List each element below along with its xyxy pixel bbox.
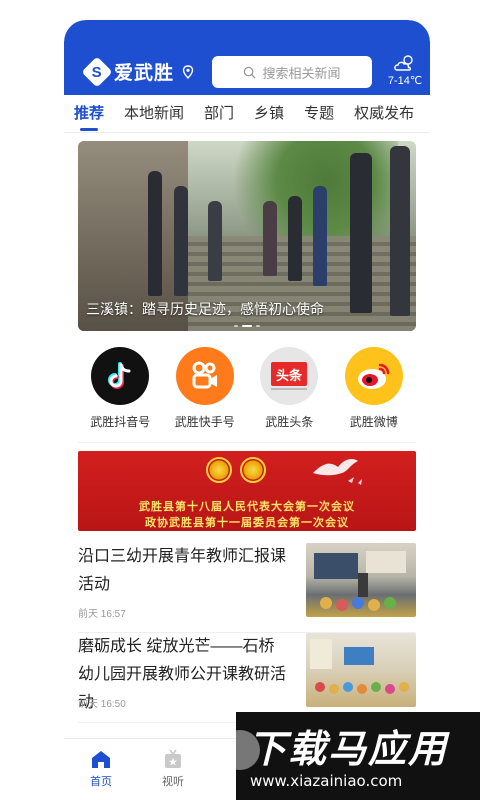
partly-cloudy-icon [394, 55, 413, 71]
banner-photo-person [174, 186, 188, 296]
banner-photo-person [350, 153, 372, 313]
carousel-dot [234, 325, 238, 327]
brand-name: 爱武胜 [114, 63, 175, 84]
tab-home-label: 首页 [90, 776, 112, 788]
shortcut-label: 武胜快手号 [174, 415, 235, 429]
classroom-photo [314, 551, 406, 611]
tab-home[interactable]: 首页 [76, 749, 126, 789]
shortcut-weibo[interactable]: 武胜微博 [334, 343, 414, 442]
tab-departments[interactable]: 部门 [204, 95, 234, 133]
banner-photo-person [313, 186, 327, 286]
brand-logo: S 爱武胜 [81, 55, 194, 88]
tab-local-news[interactable]: 本地新闻 [124, 95, 184, 133]
svg-text:头条: 头条 [276, 368, 303, 384]
category-tabs: 推荐 本地新闻 部门 乡镇 专题 权威发布 [64, 95, 430, 133]
tab-listen[interactable]: 视听 [148, 749, 198, 789]
tab-topics[interactable]: 专题 [304, 95, 334, 133]
shortcut-douyin[interactable]: 武胜抖音号 [80, 343, 160, 442]
meeting-banner[interactable]: 武胜县第十八届人民代表大会第一次会议 政协武胜县第十一届委员会第一次会议 [78, 451, 416, 531]
tv-icon [165, 749, 181, 768]
banner-caption: 三溪镇：踏寻历史足迹，感悟初心使命 [86, 301, 324, 317]
banner-photo-person [288, 196, 302, 281]
tab-recommend[interactable]: 推荐 [74, 95, 104, 133]
banner-photo-person [208, 201, 222, 281]
news-item[interactable]: 磨砺成长 绽放光芒——石桥幼儿园开展教师公开课教研活动 前天 16:50 [78, 633, 416, 723]
tab-official-release[interactable]: 权威发布 [354, 95, 414, 133]
weibo-icon [344, 347, 403, 405]
kindergarten-photo [310, 639, 409, 694]
location-pin-icon[interactable] [182, 64, 194, 79]
news-time: 前天 16:57 [78, 609, 126, 620]
carousel-dot-active [242, 325, 252, 327]
search-placeholder: 搜索相关新闻 [262, 65, 341, 81]
news-thumbnail [306, 543, 416, 617]
dove-icon [313, 459, 362, 485]
toutiao-icon: 头条 [260, 347, 319, 405]
shortcut-label: 武胜头条 [265, 415, 314, 429]
watermark-title: 下载马应用 [248, 729, 449, 771]
kuaishou-icon [175, 347, 234, 405]
national-emblem-icon [206, 457, 232, 483]
home-icon [92, 751, 110, 768]
shortcut-label: 武胜抖音号 [90, 415, 151, 429]
banner-photo-person [263, 201, 277, 276]
news-time: 前天 16:50 [78, 699, 126, 710]
site-watermark: 下载马应用 www.xiazainiao.com [236, 712, 480, 800]
meeting-title-2: 政协武胜县第十一届委员会第一次会议 [145, 517, 349, 529]
app-header: S 爱武胜 搜索相关新闻 7-14℃ [64, 20, 430, 95]
banner-photo-person [390, 146, 410, 316]
news-title: 沿口三幼开展青年教师汇报课活动 [78, 548, 287, 593]
carousel-indicator [78, 325, 416, 327]
banner-photo-person [148, 171, 162, 296]
weather-widget[interactable]: 7-14℃ [384, 54, 426, 87]
media-account-shortcuts: 武胜抖音号 武胜快手号 头条 武胜头条 武胜微博 [78, 343, 416, 443]
cppcc-emblem-icon [240, 457, 266, 483]
tiktok-icon [91, 347, 150, 405]
headline-carousel[interactable]: 三溪镇：踏寻历史足迹，感悟初心使命 [78, 141, 416, 331]
search-input[interactable]: 搜索相关新闻 [212, 56, 372, 88]
logo-mark-icon: S [81, 55, 113, 88]
shortcut-toutiao[interactable]: 头条 武胜头条 [249, 343, 329, 442]
shortcut-label: 武胜微博 [349, 415, 398, 429]
shortcut-kuaishou[interactable]: 武胜快手号 [165, 343, 245, 442]
weather-temperature: 7-14℃ [387, 75, 423, 87]
carousel-dot [256, 325, 260, 327]
app-screen: S 爱武胜 搜索相关新闻 7-14℃ 推荐 本地新闻 部门 乡镇 专题 权威发布… [64, 20, 430, 800]
news-item[interactable]: 沿口三幼开展青年教师汇报课活动 前天 16:57 [78, 543, 416, 633]
news-thumbnail [306, 633, 416, 707]
tab-listen-label: 视听 [162, 776, 184, 788]
meeting-title-1: 武胜县第十八届人民代表大会第一次会议 [139, 501, 355, 513]
search-icon [244, 66, 257, 79]
tab-towns[interactable]: 乡镇 [254, 95, 284, 133]
watermark-url: www.xiazainiao.com [250, 772, 403, 790]
